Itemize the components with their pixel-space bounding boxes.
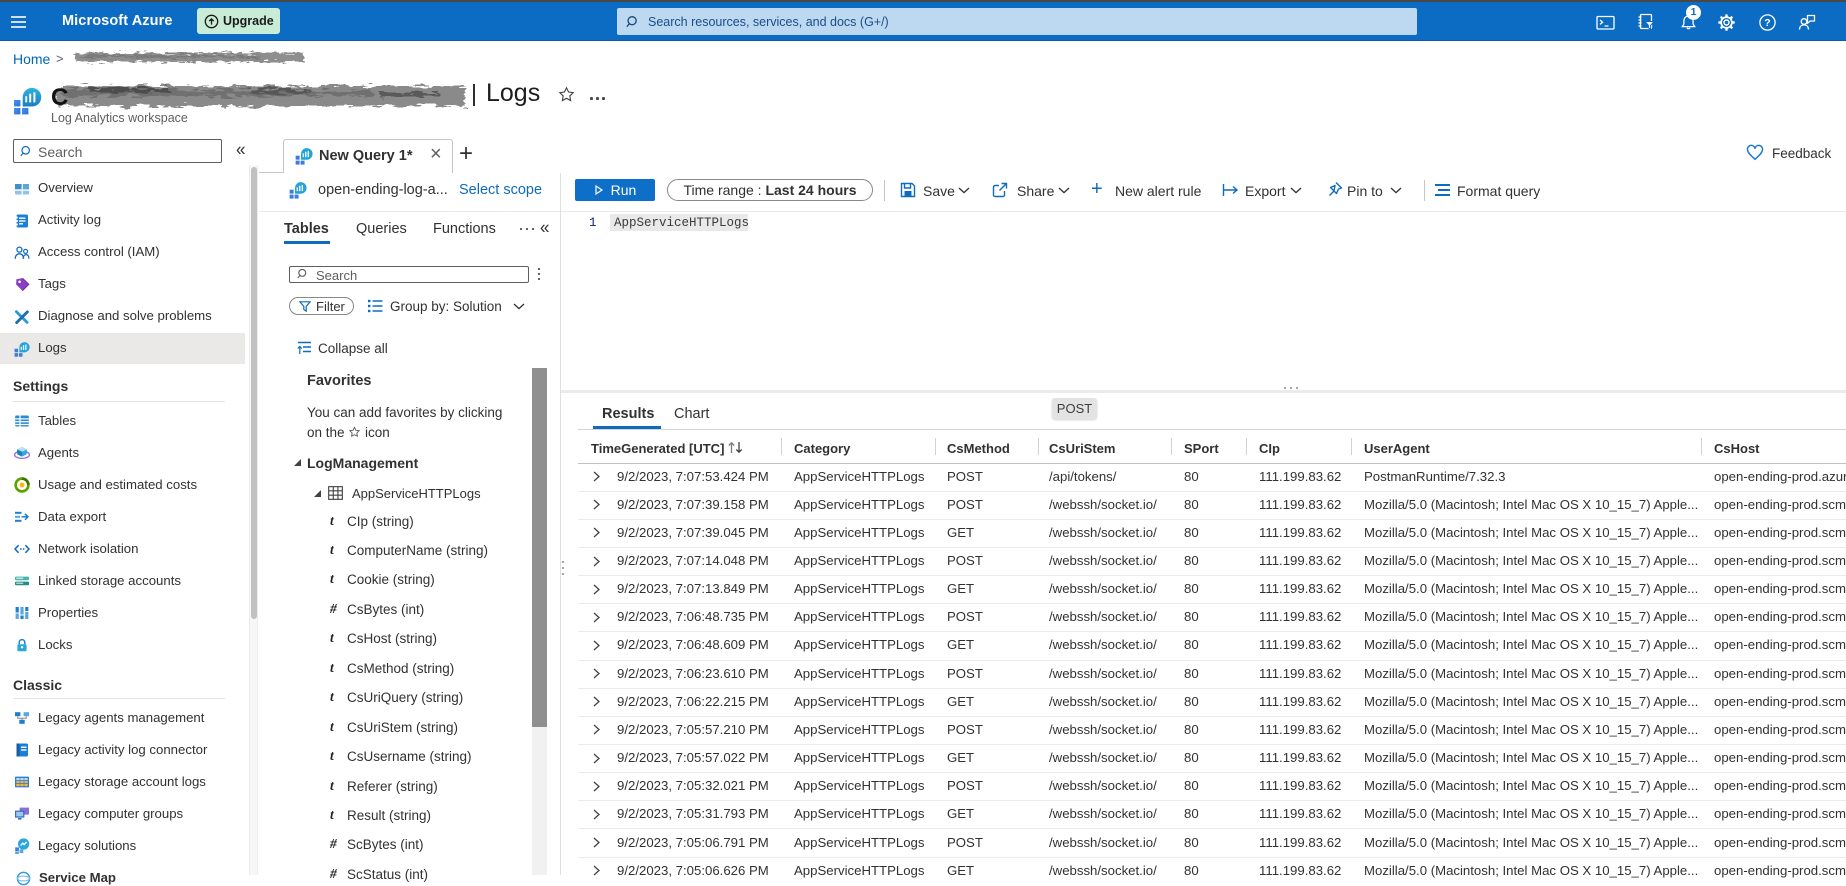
svg-text:?: ? [1764, 17, 1770, 29]
